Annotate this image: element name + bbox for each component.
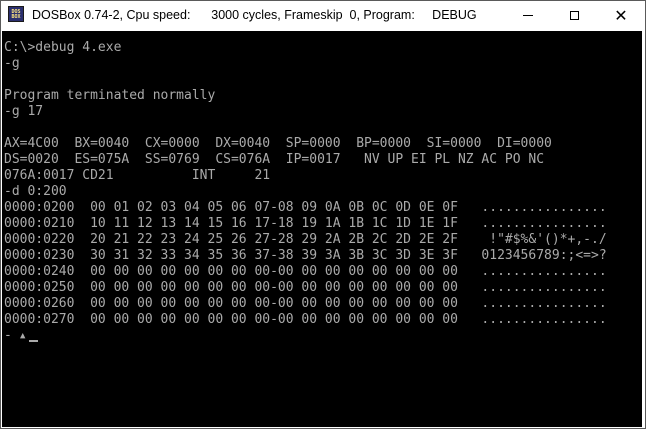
terminal-line: 0000:0220 20 21 22 23 24 25 26 27-28 29 … bbox=[4, 232, 607, 247]
command-prompt-line[interactable]: - ▲ bbox=[4, 328, 607, 344]
terminal-line: -g 17 bbox=[4, 104, 44, 119]
dos-terminal[interactable]: C:\>debug 4.exe -g Program terminated norm… bbox=[2, 31, 642, 427]
dosbox-window: DOS BOX DOSBox 0.74-2, Cpu speed: 3000 c… bbox=[0, 0, 646, 429]
maximize-icon bbox=[569, 11, 579, 20]
minimize-icon bbox=[523, 15, 533, 16]
terminal-line: 0000:0200 00 01 02 03 04 05 06 07-08 09 … bbox=[4, 200, 607, 215]
terminal-line: 0000:0230 30 31 32 33 34 35 36 37-38 39 … bbox=[4, 248, 607, 263]
text-cursor bbox=[29, 340, 38, 342]
triangle-icon: ▲ bbox=[20, 331, 26, 341]
terminal-output: C:\>debug 4.exe -g Program terminated norm… bbox=[4, 40, 607, 344]
terminal-line: 0000:0240 00 00 00 00 00 00 00 00-00 00 … bbox=[4, 264, 607, 279]
maximize-button[interactable] bbox=[551, 1, 597, 30]
dosbox-app-icon[interactable]: DOS BOX bbox=[8, 6, 24, 22]
close-button[interactable]: ✕ bbox=[597, 1, 645, 30]
terminal-line: 0000:0250 00 00 00 00 00 00 00 00-00 00 … bbox=[4, 280, 607, 295]
window-title: DOSBox 0.74-2, Cpu speed: 3000 cycles, F… bbox=[32, 8, 477, 22]
terminal-line: 0000:0260 00 00 00 00 00 00 00 00-00 00 … bbox=[4, 296, 607, 311]
terminal-line: AX=4C00 BX=0040 CX=0000 DX=0040 SP=0000 … bbox=[4, 136, 552, 151]
terminal-line: 0000:0210 10 11 12 13 14 15 16 17-18 19 … bbox=[4, 216, 607, 231]
close-icon: ✕ bbox=[614, 5, 628, 25]
terminal-line: C:\>debug 4.exe bbox=[4, 40, 122, 55]
terminal-line: -g bbox=[4, 56, 20, 71]
terminal-line: Program terminated normally bbox=[4, 88, 216, 103]
terminal-line: DS=0020 ES=075A SS=0769 CS=076A IP=0017 … bbox=[4, 152, 545, 167]
terminal-line: -d 0:200 bbox=[4, 184, 67, 199]
terminal-line: 076A:0017 CD21 INT 21 bbox=[4, 168, 271, 183]
minimize-button[interactable] bbox=[505, 1, 551, 30]
prompt-dash: - bbox=[4, 328, 12, 343]
title-bar[interactable]: DOS BOX DOSBox 0.74-2, Cpu speed: 3000 c… bbox=[1, 1, 645, 30]
terminal-line: 0000:0270 00 00 00 00 00 00 00 00-00 00 … bbox=[4, 312, 607, 327]
